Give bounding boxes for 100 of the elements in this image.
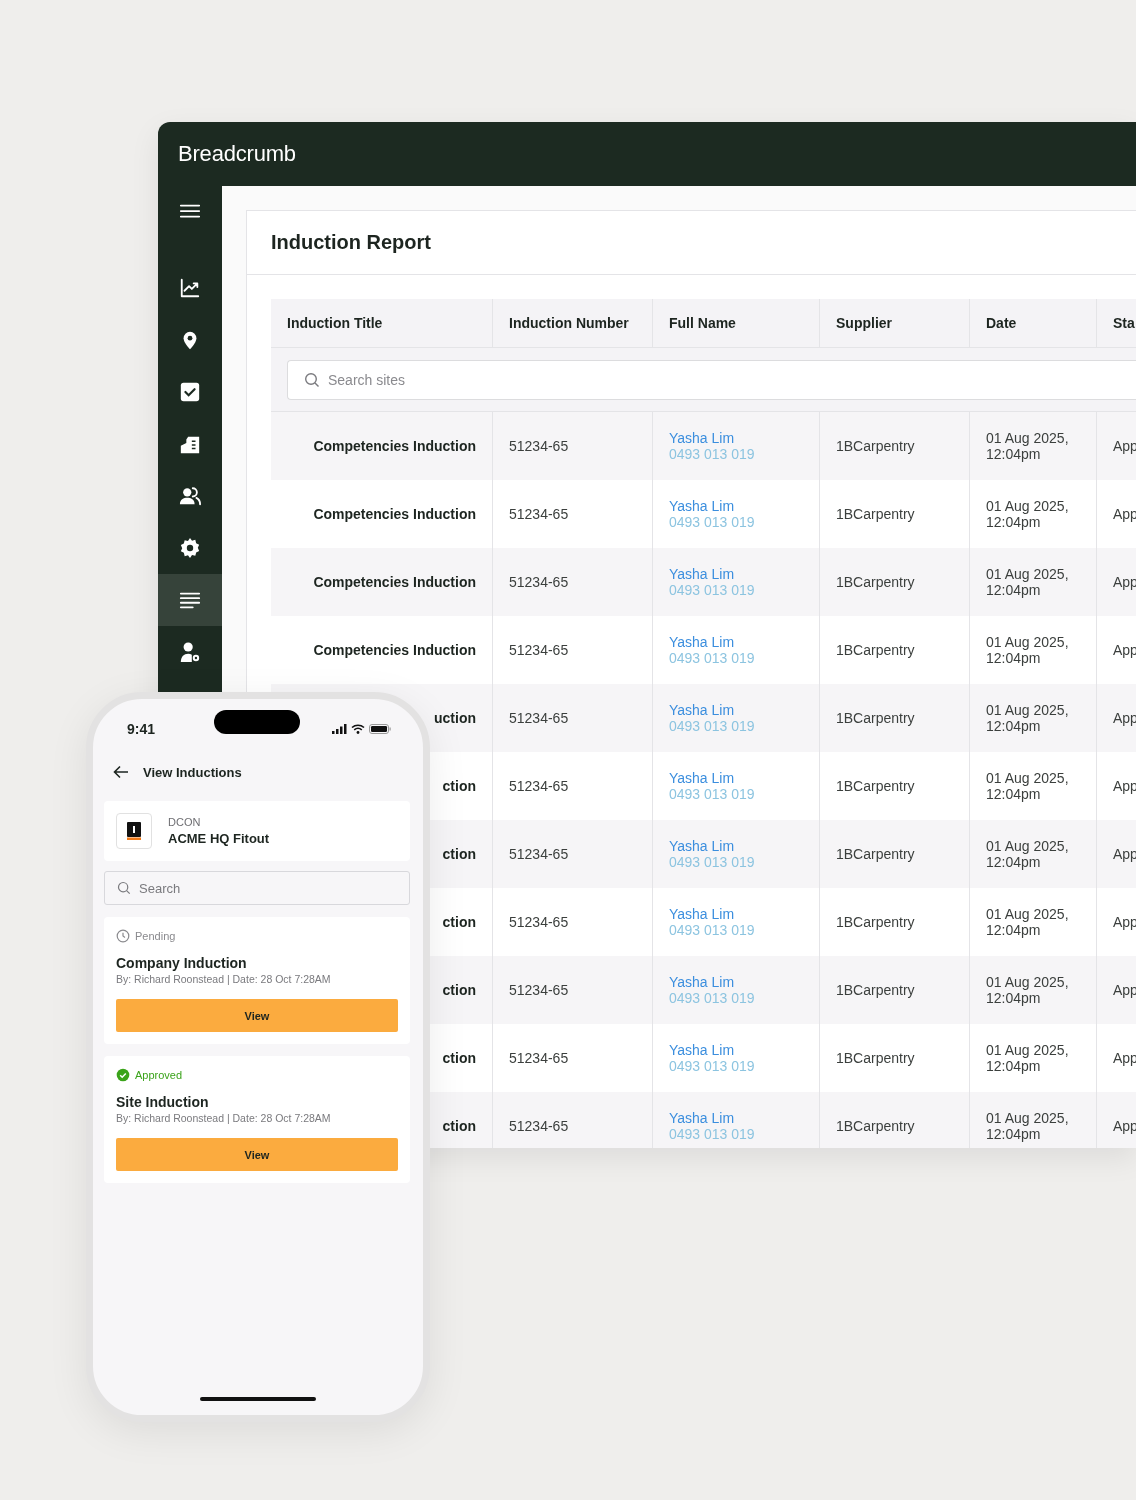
person-name-link[interactable]: Yasha Lim xyxy=(669,974,735,990)
search-field[interactable]: Search sites xyxy=(287,359,1136,400)
page-title: Induction Report xyxy=(271,231,431,254)
view-button[interactable]: View xyxy=(116,999,398,1032)
column-header: Full Name xyxy=(669,315,736,331)
induction-number: 51234-65 xyxy=(509,506,569,522)
induction-number: 51234-65 xyxy=(509,1050,569,1066)
induction-number: 51234-65 xyxy=(509,710,569,726)
phone-number: 0493 013 019 xyxy=(669,786,755,802)
column-header: Sta xyxy=(1113,315,1135,331)
person-name-link[interactable]: Yasha Lim xyxy=(669,566,735,582)
company-logo-icon xyxy=(127,822,141,840)
nav-item[interactable] xyxy=(158,574,222,626)
status-label: Approved xyxy=(135,1069,183,1081)
supplier-name: 1BCarpentry xyxy=(836,506,915,522)
site-name: ACME HQ Fitout xyxy=(168,831,270,846)
column-header: Date xyxy=(986,315,1017,331)
induction-number: 51234-65 xyxy=(509,574,569,590)
induction-details: By: Richard Roonstead | Date: 28 Oct 7:28AM xyxy=(116,1112,332,1124)
induction-number: 51234-65 xyxy=(509,778,569,794)
induction-date: 01 Aug 2025, 12:04pm xyxy=(986,906,1070,938)
supplier-name: 1BCarpentry xyxy=(836,710,915,726)
person-name-link[interactable]: Yasha Lim xyxy=(669,770,735,786)
induction-title: Competencies Induction xyxy=(313,438,476,454)
induction-number: 51234-65 xyxy=(509,914,569,930)
induction-number: 51234-65 xyxy=(509,642,569,658)
organisation-name: DCON xyxy=(168,816,202,828)
phone-number: 0493 013 019 xyxy=(669,1126,755,1142)
induction-number: 51234-65 xyxy=(509,846,569,862)
induction-date: 01 Aug 2025, 12:04pm xyxy=(986,634,1070,666)
person-name-link[interactable]: Yasha Lim xyxy=(669,838,735,854)
induction-title: Competencies Induction xyxy=(313,642,476,658)
induction-title: uction xyxy=(434,710,476,726)
supplier-name: 1BCarpentry xyxy=(836,846,915,862)
gear-icon xyxy=(179,537,201,559)
person-name-link[interactable]: Yasha Lim xyxy=(669,634,735,650)
chart-icon xyxy=(179,277,201,299)
induction-date: 01 Aug 2025, 12:04pm xyxy=(986,974,1070,1006)
induction-date: 01 Aug 2025, 12:04pm xyxy=(986,430,1070,462)
induction-title: ction xyxy=(442,1050,476,1066)
supplier-name: 1BCarpentry xyxy=(836,914,915,930)
induction-date: 01 Aug 2025, 12:04pm xyxy=(986,566,1070,598)
person-name-link[interactable]: Yasha Lim xyxy=(669,906,735,922)
supplier-name: 1BCarpentry xyxy=(836,574,915,590)
person-name-link[interactable]: Yasha Lim xyxy=(669,702,735,718)
supplier-name: 1BCarpentry xyxy=(836,982,915,998)
phone-number: 0493 013 019 xyxy=(669,1058,755,1074)
supplier-name: 1BCarpentry xyxy=(836,438,915,454)
back-arrow-icon[interactable] xyxy=(113,765,129,779)
column-header: Supplier xyxy=(836,315,892,331)
column-header: Induction Title xyxy=(287,315,383,331)
induction-date: 01 Aug 2025, 12:04pm xyxy=(986,838,1070,870)
search-icon xyxy=(304,371,320,388)
induction-number: 51234-65 xyxy=(509,1118,569,1134)
view-button[interactable]: View xyxy=(116,1138,398,1171)
person-name-link[interactable]: Yasha Lim xyxy=(669,1110,735,1126)
induction-date: 01 Aug 2025, 12:04pm xyxy=(986,770,1070,802)
induction-date: 01 Aug 2025, 12:04pm xyxy=(986,1042,1070,1074)
phone-number: 0493 013 019 xyxy=(669,514,755,530)
search-field[interactable]: Search xyxy=(104,871,410,905)
induction-date: 01 Aug 2025, 12:04pm xyxy=(986,498,1070,530)
users-icon xyxy=(179,485,201,507)
status-label: Pending xyxy=(135,930,176,942)
supplier-name: 1BCarpentry xyxy=(836,778,915,794)
induction-date: 01 Aug 2025, 12:04pm xyxy=(986,1110,1070,1142)
search-icon xyxy=(117,881,131,895)
induction-name: Site Induction xyxy=(116,1094,210,1110)
screen-title: View Inductions xyxy=(143,764,242,780)
phone-number: 0493 013 019 xyxy=(669,446,755,462)
person-name-link[interactable]: Yasha Lim xyxy=(669,430,735,446)
supplier-name: 1BCarpentry xyxy=(836,1050,915,1066)
induction-title: ction xyxy=(442,982,476,998)
induction-title: ction xyxy=(442,914,476,930)
wifi-icon xyxy=(351,724,365,734)
battery-icon xyxy=(369,724,391,734)
induction-date: 01 Aug 2025, 12:04pm xyxy=(986,702,1070,734)
induction-title: Competencies Induction xyxy=(313,574,476,590)
status-time: 9:41 xyxy=(127,721,156,737)
phone-number: 0493 013 019 xyxy=(669,854,755,870)
induction-details: By: Richard Roonstead | Date: 28 Oct 7:28AM xyxy=(116,973,332,985)
column-header: Induction Number xyxy=(509,315,629,331)
induction-number: 51234-65 xyxy=(509,438,569,454)
supplier-name: 1BCarpentry xyxy=(836,1118,915,1134)
phone-number: 0493 013 019 xyxy=(669,650,755,666)
induction-title: ction xyxy=(442,778,476,794)
app-logo: Breadcrumb xyxy=(178,141,296,167)
induction-title: Competencies Induction xyxy=(313,506,476,522)
phone-number: 0493 013 019 xyxy=(669,922,755,938)
phone-number: 0493 013 019 xyxy=(669,582,755,598)
signal-icon xyxy=(332,724,347,734)
phone-number: 0493 013 019 xyxy=(669,990,755,1006)
phone-number: 0493 013 019 xyxy=(669,718,755,734)
person-name-link[interactable]: Yasha Lim xyxy=(669,1042,735,1058)
person-name-link[interactable]: Yasha Lim xyxy=(669,498,735,514)
induction-title: ction xyxy=(442,846,476,862)
supplier-name: 1BCarpentry xyxy=(836,642,915,658)
user-settings-icon xyxy=(179,641,201,663)
checkbox-icon xyxy=(179,381,201,403)
induction-name: Company Induction xyxy=(116,955,248,971)
induction-title: ction xyxy=(442,1118,476,1134)
